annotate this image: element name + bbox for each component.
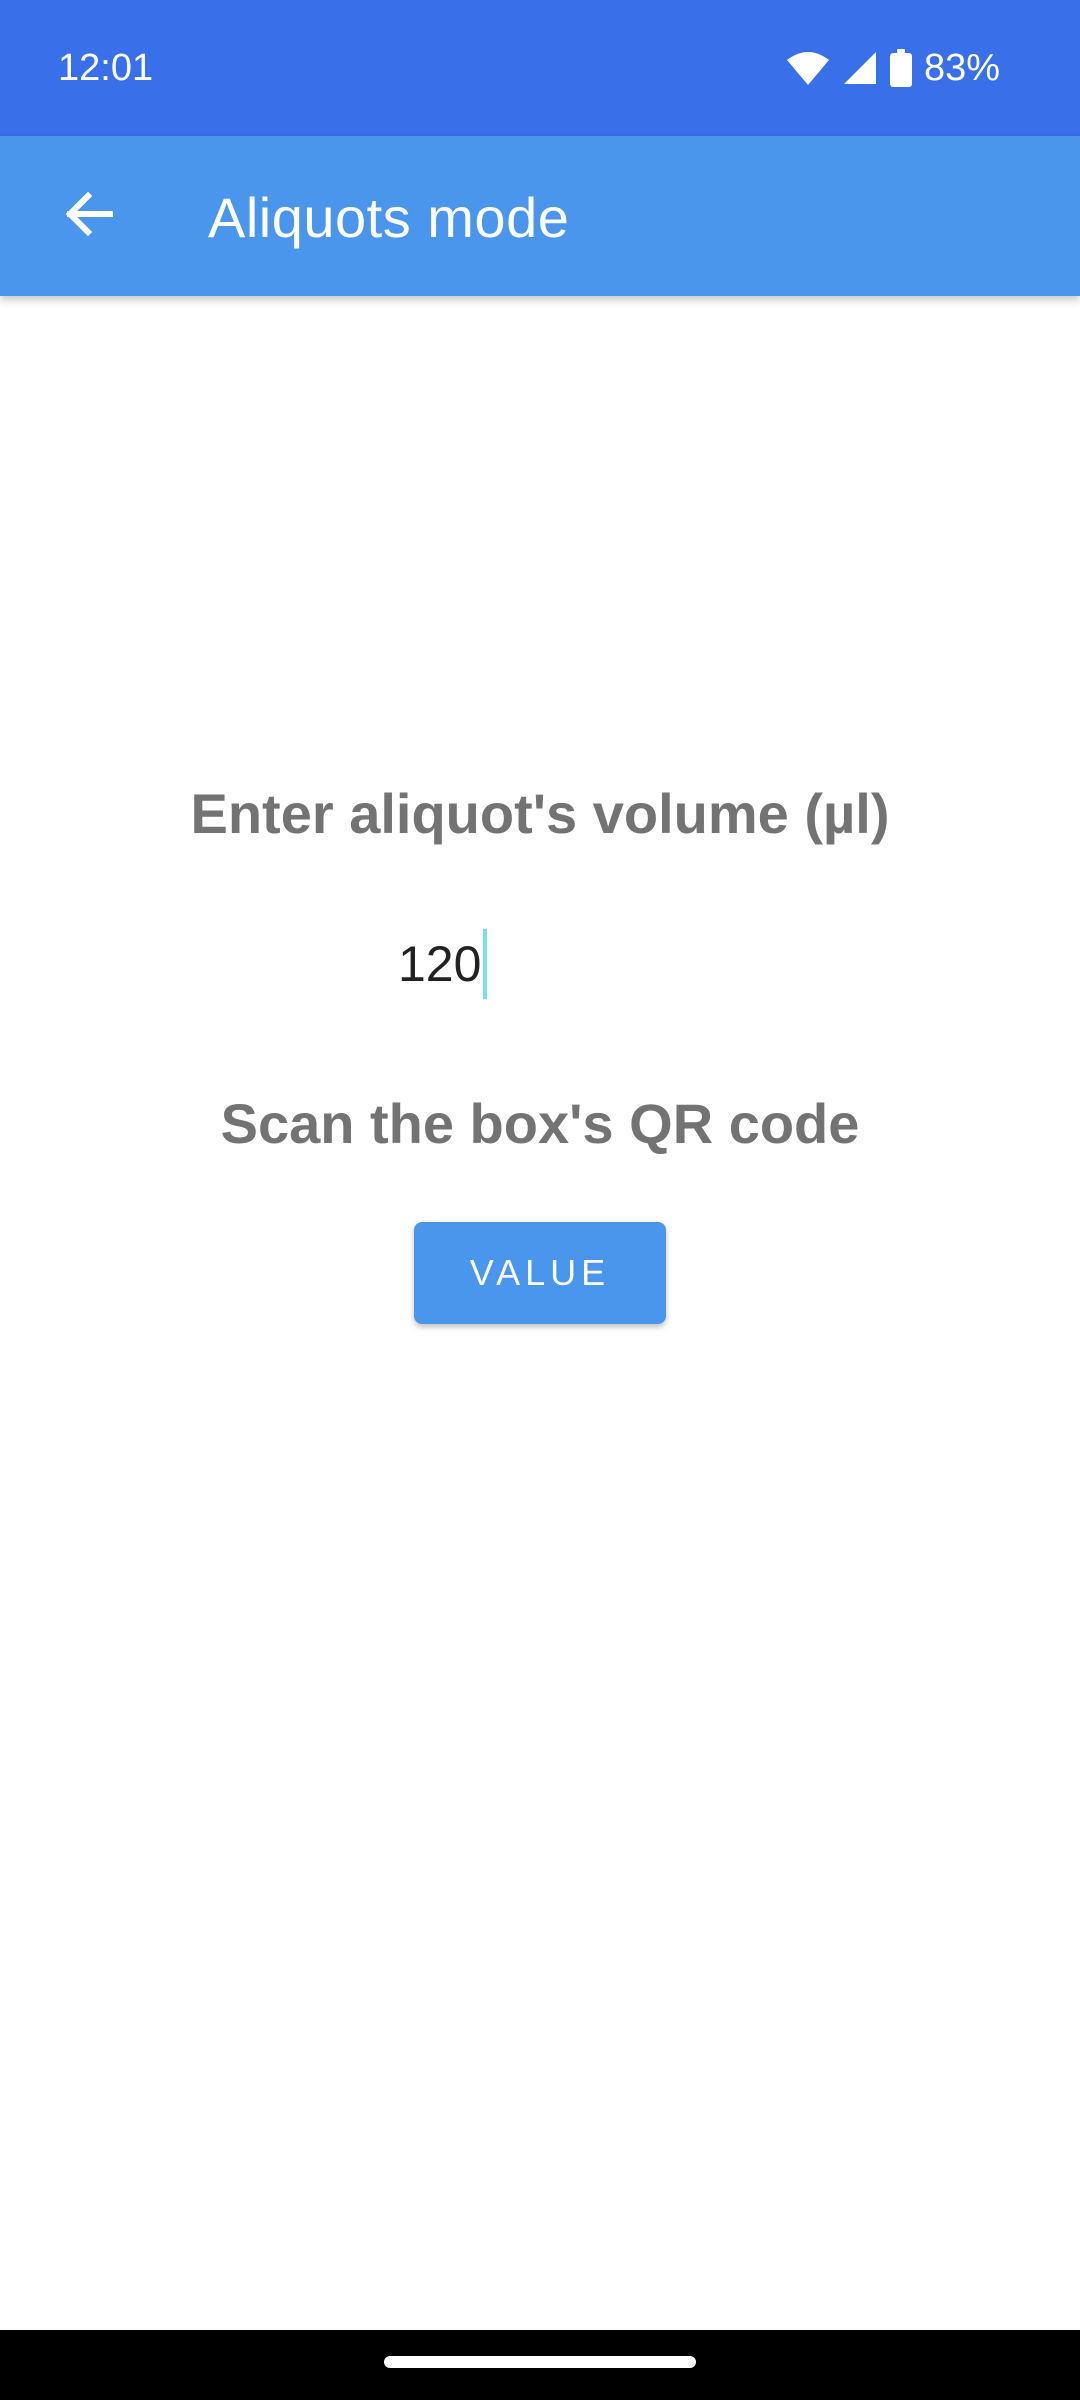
- back-button[interactable]: [40, 168, 136, 264]
- text-cursor: [483, 929, 488, 999]
- scan-prompt: Scan the box's QR code: [220, 1092, 860, 1155]
- value-button[interactable]: VALUE: [414, 1222, 666, 1324]
- app-bar: Aliquots mode: [0, 136, 1080, 296]
- wifi-icon: [786, 50, 830, 86]
- volume-prompt: Enter aliquot's volume (µl): [190, 782, 890, 845]
- status-icons: 83%: [786, 44, 1000, 92]
- battery-icon: [889, 49, 912, 87]
- battery-percentage: 83%: [923, 47, 1000, 89]
- volume-input[interactable]: 120: [390, 928, 690, 1000]
- page-title: Aliquots mode: [208, 186, 570, 249]
- status-time: 12:01: [58, 47, 154, 89]
- arrow-back-icon: [62, 188, 114, 245]
- status-bar: 12:01 83%: [0, 0, 1080, 136]
- home-gesture-handle[interactable]: [384, 2356, 696, 2368]
- signal-icon: [842, 50, 878, 86]
- volume-input-value[interactable]: 120: [390, 932, 481, 996]
